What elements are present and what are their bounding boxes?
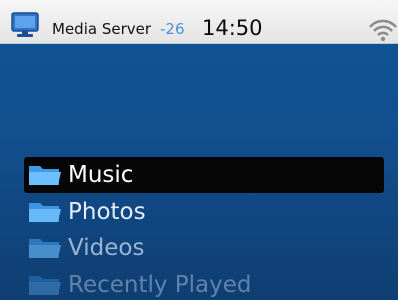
menu-item-label: Music — [68, 161, 134, 188]
signal-strength-value: -26 — [160, 20, 185, 38]
app-title: Media Server — [52, 20, 152, 38]
menu-item-photos[interactable]: Photos — [24, 194, 384, 230]
folder-icon — [29, 203, 61, 222]
menu-item-recently-played[interactable]: Recently Played — [24, 267, 384, 300]
folder-icon — [29, 239, 61, 258]
menu-item-label: Photos — [68, 198, 146, 225]
menu-item-label: Videos — [68, 234, 145, 261]
clock: 14:50 — [202, 16, 263, 40]
status-bar: Media Server -26 14:50 — [0, 0, 398, 44]
media-server-screen: Media Server -26 14:50 Music Photos Vide… — [0, 0, 398, 300]
wifi-icon — [369, 19, 397, 42]
folder-icon — [29, 276, 61, 295]
folder-icon — [29, 166, 61, 185]
menu-item-label: Recently Played — [68, 271, 252, 298]
menu-item-music[interactable]: Music — [24, 157, 384, 193]
monitor-icon — [11, 12, 39, 37]
menu-item-videos[interactable]: Videos — [24, 230, 384, 266]
